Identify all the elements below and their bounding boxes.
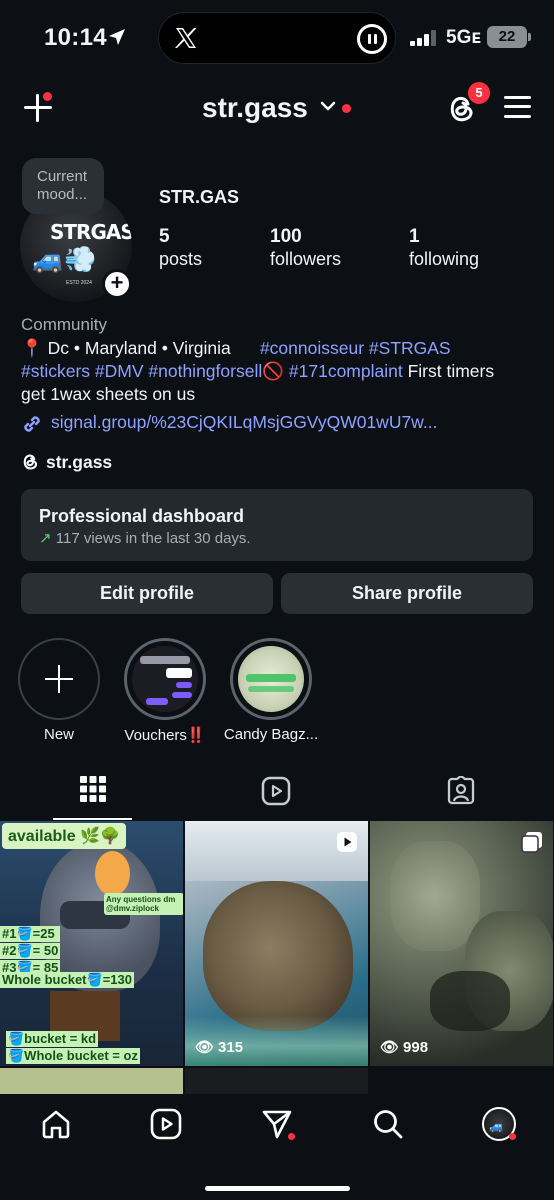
location-arrow-icon xyxy=(109,29,125,45)
price-item: 🪣bucket = kd xyxy=(6,1031,99,1047)
post-caption-available: available 🌿🌳 xyxy=(2,823,126,849)
messages-notification-dot xyxy=(288,1133,295,1140)
stat-value: 1 xyxy=(409,226,420,247)
price-item: #1🪣=25 xyxy=(0,926,60,942)
price-item: Whole bucket🪣=130 xyxy=(0,972,134,988)
home-icon[interactable] xyxy=(40,1108,72,1140)
post-view-count: 👁 998 xyxy=(380,1038,428,1056)
dashboard-subtitle: ↗ 117 views in the last 30 days. xyxy=(39,529,251,547)
dynamic-island[interactable] xyxy=(158,12,396,64)
add-story-plus-icon[interactable]: + xyxy=(102,269,132,299)
bio-location: 📍 Dc • Maryland • Virginia xyxy=(21,338,231,358)
view-count-value: 998 xyxy=(403,1039,429,1056)
stat-label: following xyxy=(409,249,480,269)
threads-small-icon xyxy=(23,454,38,470)
carousel-badge-icon xyxy=(521,832,542,853)
stat-label: posts xyxy=(159,249,203,269)
bio-line-1: 📍 Dc • Maryland • Virginia #connoisseur … xyxy=(21,337,541,360)
car-emoji-icon: 🚙💨 xyxy=(32,244,97,274)
avatar-estd: ESTD 2024 xyxy=(66,280,92,286)
battery-indicator: 22 xyxy=(487,26,531,48)
status-bar: 10:14 5Gᴇ 22 xyxy=(0,0,554,78)
price-item: 🪣Whole bucket = oz xyxy=(6,1048,140,1064)
tagged-tab-icon[interactable] xyxy=(446,776,476,806)
account-notification-dot xyxy=(342,104,351,113)
profile-category: Community xyxy=(21,315,107,334)
bio: 📍 Dc • Maryland • Virginia #connoisseur … xyxy=(21,337,541,406)
post-thumbnail-1[interactable]: available 🌿🌳 Any questions dm @dmv.ziplo… xyxy=(0,821,183,1066)
bio-line-2: #stickers #DMV #nothingforsell🚫 #171comp… xyxy=(21,360,541,383)
dashboard-views-text: 117 views in the last 30 days. xyxy=(55,530,251,547)
display-name: STR.GAS xyxy=(159,187,240,207)
stat-followers[interactable]: 100 followers xyxy=(270,225,341,271)
highlight-ring xyxy=(18,638,100,720)
bio-hashtags[interactable]: #connoisseur #STRGAS xyxy=(260,338,451,358)
price-item: #2🪣= 50 xyxy=(0,943,60,959)
reels-tab-icon[interactable] xyxy=(261,776,291,806)
threads-handle-text: str.gass xyxy=(46,452,113,472)
home-indicator xyxy=(205,1186,350,1191)
threads-badge: 5 xyxy=(468,82,490,104)
stat-value: 5 xyxy=(159,226,170,247)
stat-label: followers xyxy=(270,249,342,269)
plus-icon xyxy=(44,664,74,694)
clock: 10:14 xyxy=(44,24,107,51)
reels-nav-icon[interactable] xyxy=(150,1108,182,1140)
active-tab-indicator xyxy=(53,818,132,820)
trend-arrow-icon: ↗ xyxy=(39,530,52,547)
highlight-candy-bagz[interactable]: Candy Bagz... xyxy=(224,638,318,743)
highlight-ring xyxy=(124,638,206,720)
hamburger-menu-icon[interactable] xyxy=(504,96,531,118)
signal-bars-icon xyxy=(410,30,436,46)
link-icon xyxy=(24,416,40,432)
account-username[interactable]: str.gass xyxy=(202,92,308,124)
x-logo-icon xyxy=(175,28,197,48)
bio-hashtag[interactable]: #171complaint xyxy=(289,361,403,381)
price-list: #1🪣=25 #2🪣= 50 #3🪣= 85 xyxy=(0,926,60,977)
post-view-count: 👁 315 xyxy=(195,1038,243,1056)
post-promo-text: Any questions dm @dmv.ziplock xyxy=(104,893,183,915)
bottom-navigation: 🚙 xyxy=(0,1094,554,1200)
stat-value: 100 xyxy=(270,226,302,247)
edit-profile-button[interactable]: Edit profile xyxy=(21,573,273,614)
eye-icon: 👁 xyxy=(380,1039,400,1056)
highlight-label: Candy Bagz... xyxy=(223,726,319,743)
no-entry-emoji: 🚫 xyxy=(262,361,285,381)
profile-link-text[interactable]: signal.group/%23CjQKILqMsjGGVyQW01wU7w..… xyxy=(51,412,437,433)
highlight-label: Vouchers‼️ xyxy=(124,727,206,744)
highlight-vouchers[interactable]: Vouchers‼️ xyxy=(124,638,206,744)
car-emoji-icon: 🚙 xyxy=(489,1119,504,1133)
stat-posts[interactable]: 5 posts xyxy=(159,225,202,271)
bio-text: First timers xyxy=(402,361,495,381)
chevron-down-icon[interactable] xyxy=(320,100,336,112)
highlight-ring xyxy=(230,638,312,720)
eye-icon: 👁 xyxy=(195,1039,215,1056)
reel-badge-icon xyxy=(337,832,357,852)
avatar-logo-text: STRGAS xyxy=(50,220,132,244)
dashboard-title: Professional dashboard xyxy=(39,506,245,526)
pause-icon[interactable] xyxy=(357,24,387,54)
share-profile-button[interactable]: Share profile xyxy=(281,573,533,614)
professional-dashboard[interactable]: Professional dashboard ↗ 117 views in th… xyxy=(21,489,533,561)
mood-note-bubble[interactable]: Current mood... xyxy=(22,158,104,214)
grid-tab-icon[interactable] xyxy=(80,776,106,802)
highlight-label: New xyxy=(43,726,74,743)
network-type: 5Gᴇ xyxy=(446,27,481,48)
view-count-value: 315 xyxy=(218,1039,244,1056)
post-thumbnail-3[interactable]: 👁 998 xyxy=(370,821,553,1066)
create-notification-dot xyxy=(43,92,52,101)
highlight-cover xyxy=(132,646,198,712)
bio-hashtags[interactable]: #stickers #DMV #nothingforsell xyxy=(21,361,262,381)
bio-line-3: get 1wax sheets on us xyxy=(21,384,196,404)
highlight-new[interactable]: New xyxy=(18,638,100,743)
profile-notification-dot xyxy=(509,1133,516,1140)
post-thumbnail-2[interactable]: 👁 315 xyxy=(185,821,368,1066)
highlight-cover xyxy=(238,646,304,712)
search-icon[interactable] xyxy=(372,1108,404,1140)
stat-following[interactable]: 1 following xyxy=(409,225,479,271)
